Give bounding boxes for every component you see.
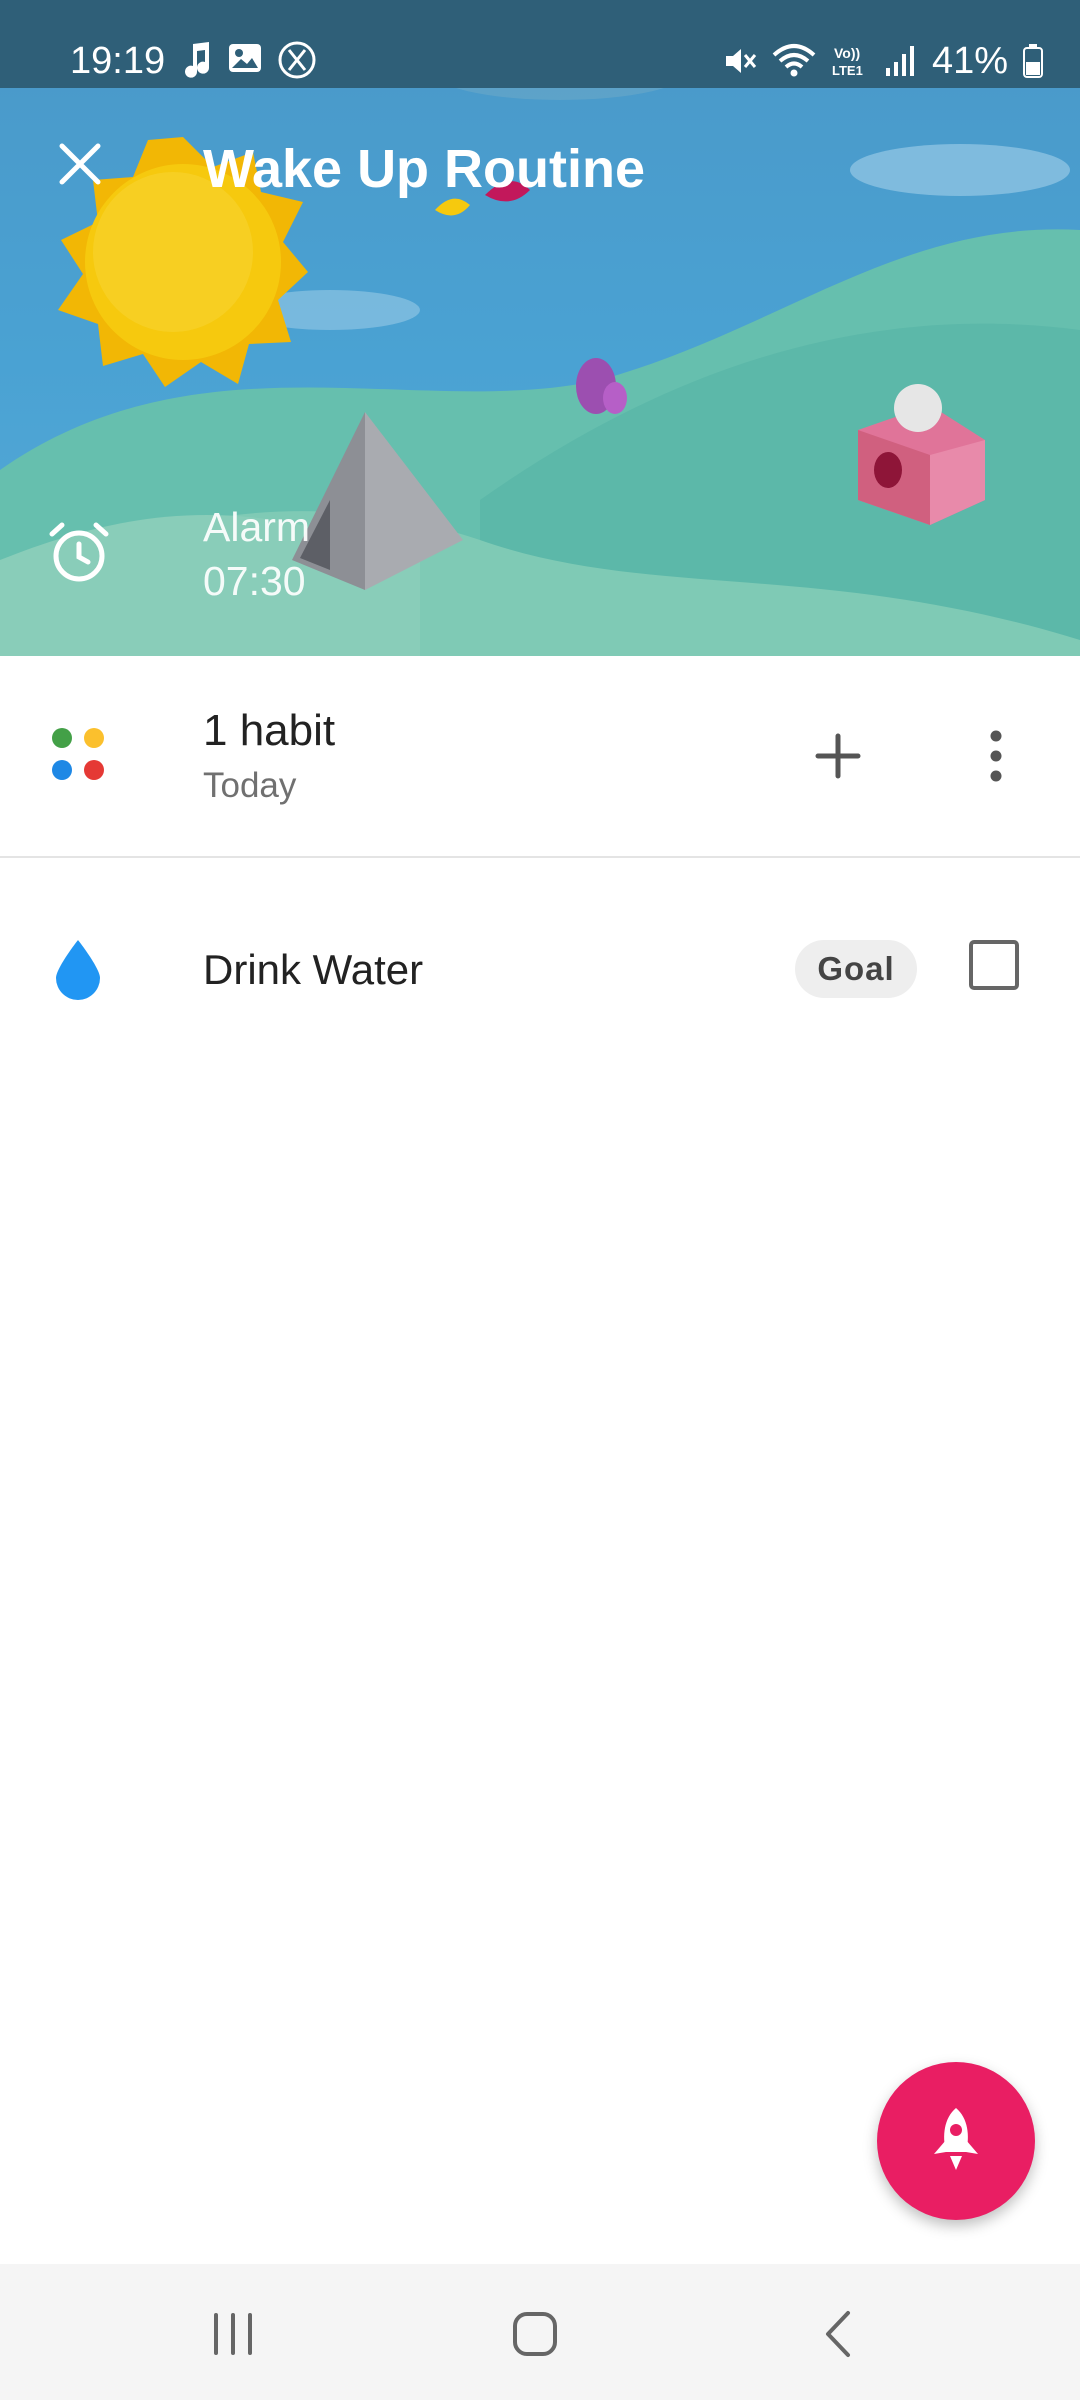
- more-options-button[interactable]: [956, 716, 1036, 796]
- back-icon: [826, 2311, 850, 2357]
- plus-icon: [815, 733, 861, 779]
- habits-summary: 1 habit Today: [0, 656, 1080, 858]
- image-icon: [229, 44, 261, 72]
- habits-dots-icon: [52, 728, 108, 784]
- wifi-icon: [772, 44, 816, 77]
- status-time: 19:19: [70, 40, 166, 82]
- goal-badge: Goal: [795, 940, 917, 998]
- header-banner: 19:19 Vo)) LTE1 41% Wake Up Routine Alar…: [0, 0, 1080, 656]
- dot-red: [84, 760, 104, 780]
- status-bar: 19:19 Vo)) LTE1 41%: [0, 0, 1080, 88]
- start-routine-button[interactable]: [877, 2062, 1035, 2220]
- signal-icon: [885, 46, 914, 76]
- recents-button[interactable]: [188, 2294, 278, 2374]
- list-item[interactable]: Drink Water Goal: [0, 880, 1080, 1060]
- x-logo-icon: [278, 41, 316, 79]
- habit-day: Today: [203, 766, 297, 805]
- page-title: Wake Up Routine: [203, 139, 646, 199]
- svg-text:LTE1: LTE1: [832, 63, 863, 78]
- back-button[interactable]: [793, 2294, 883, 2374]
- dot-yellow: [84, 728, 104, 748]
- app-bar: Wake Up Routine: [0, 88, 1080, 248]
- close-icon: [59, 143, 101, 185]
- rocket-icon: [934, 2108, 978, 2170]
- alarm-time: 07:30: [203, 558, 306, 604]
- habit-name: Drink Water: [203, 946, 424, 993]
- volte-icon: Vo)) LTE1: [832, 45, 863, 78]
- water-drop-icon: [56, 940, 100, 1000]
- dot-blue: [52, 760, 72, 780]
- add-habit-button[interactable]: [798, 716, 878, 796]
- svg-text:Vo)): Vo)): [834, 45, 860, 61]
- alarm-label: Alarm: [203, 504, 311, 550]
- alarm-clock-icon: [49, 522, 109, 582]
- dot-green: [52, 728, 72, 748]
- close-button[interactable]: [40, 124, 120, 204]
- home-icon: [513, 2312, 557, 2356]
- mute-icon: [725, 49, 757, 73]
- home-button[interactable]: [490, 2294, 580, 2374]
- battery-icon: [1023, 44, 1043, 78]
- recents-icon: [214, 2313, 252, 2355]
- habit-checkbox[interactable]: [969, 940, 1019, 990]
- music-note-icon: [185, 42, 209, 78]
- alarm-row[interactable]: Alarm 07:30: [0, 500, 1080, 620]
- habit-count: 1 habit: [203, 706, 336, 755]
- battery-percent: 41%: [931, 40, 1008, 82]
- system-nav-bar: [0, 2264, 1080, 2400]
- more-vert-icon: [990, 730, 1002, 782]
